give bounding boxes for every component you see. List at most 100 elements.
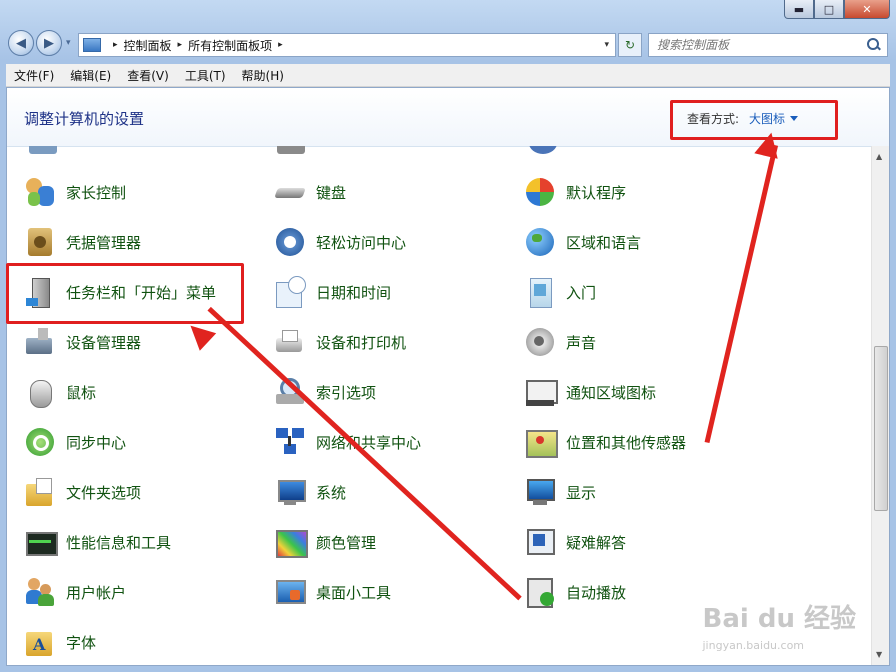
folder-options-icon — [24, 476, 56, 508]
vertical-scrollbar[interactable]: ▲ ▼ — [871, 146, 889, 665]
search-box[interactable] — [648, 33, 888, 57]
breadcrumb-control-panel[interactable]: 控制面板 — [124, 37, 172, 54]
fonts-icon: A — [24, 626, 56, 658]
menu-view[interactable]: 查看(V) — [119, 67, 177, 84]
menu-edit[interactable]: 编辑(E) — [62, 67, 119, 84]
menu-tools[interactable]: 工具(T) — [177, 67, 234, 84]
content-pane: 调整计算机的设置 查看方式: 大图标 家长控制 凭据管理器 任务栏和「开始」菜单… — [6, 87, 890, 666]
item-label[interactable]: 默认程序 — [566, 182, 626, 203]
item-label[interactable]: 网络和共享中心 — [316, 432, 421, 453]
watermark-url: jingyan.baidu.com — [702, 639, 805, 652]
device-manager-icon — [24, 326, 56, 358]
refresh-button[interactable]: ↻ — [618, 33, 642, 57]
item-label[interactable]: 鼠标 — [66, 382, 96, 403]
window-controls: ▬ □ ✕ — [784, 0, 890, 19]
breadcrumb-separator[interactable]: ▸ — [113, 40, 118, 50]
ease-of-access-icon — [274, 226, 306, 258]
item-label[interactable]: 家长控制 — [66, 182, 126, 203]
item-autoplay[interactable]: 自动播放 — [524, 574, 626, 610]
item-label[interactable]: 键盘 — [316, 182, 346, 203]
breadcrumb-all-items[interactable]: 所有控制面板项 — [188, 37, 272, 54]
item-devices-printers[interactable]: 设备和打印机 — [274, 324, 406, 360]
item-label[interactable]: 系统 — [316, 482, 346, 503]
address-bar[interactable]: ▸ 控制面板 ▸ 所有控制面板项 ▸ ▾ — [78, 33, 616, 57]
maximize-button[interactable]: □ — [814, 0, 844, 19]
item-network-sharing[interactable]: 网络和共享中心 — [274, 424, 421, 460]
minimize-button[interactable]: ▬ — [784, 0, 814, 19]
item-label[interactable]: 区域和语言 — [566, 232, 641, 253]
highlight-box-view-by — [670, 100, 838, 140]
item-label[interactable]: 自动播放 — [566, 582, 626, 603]
item-sound[interactable]: 声音 — [524, 324, 596, 360]
scroll-thumb[interactable] — [874, 346, 888, 511]
item-label[interactable]: 轻松访问中心 — [316, 232, 406, 253]
item-credential-manager[interactable]: 凭据管理器 — [24, 224, 141, 260]
close-button[interactable]: ✕ — [844, 0, 890, 19]
item-device-manager[interactable]: 设备管理器 — [24, 324, 141, 360]
partial-icon — [29, 146, 57, 154]
item-label[interactable]: 凭据管理器 — [66, 232, 141, 253]
item-region-language[interactable]: 区域和语言 — [524, 224, 641, 260]
breadcrumb-separator[interactable]: ▸ — [278, 40, 283, 50]
keyboard-icon — [274, 176, 306, 208]
item-label[interactable]: 颜色管理 — [316, 532, 376, 553]
item-label[interactable]: 索引选项 — [316, 382, 376, 403]
item-user-accounts[interactable]: 用户帐户 — [24, 574, 126, 610]
item-label[interactable]: 显示 — [566, 482, 596, 503]
item-notification-icons[interactable]: 通知区域图标 — [524, 374, 656, 410]
partial-icon — [277, 146, 305, 154]
item-getting-started[interactable]: 入门 — [524, 274, 596, 310]
item-mouse[interactable]: 鼠标 — [24, 374, 96, 410]
watermark-brand: Bai du 经验 — [702, 604, 857, 634]
search-input[interactable] — [649, 37, 867, 53]
vault-icon — [24, 226, 56, 258]
item-label[interactable]: 声音 — [566, 332, 596, 353]
item-label[interactable]: 性能信息和工具 — [66, 532, 171, 553]
color-management-icon — [274, 526, 308, 558]
item-label[interactable]: 用户帐户 — [66, 582, 126, 603]
printer-icon — [274, 326, 306, 358]
getting-started-icon — [524, 276, 556, 308]
item-label[interactable]: 桌面小工具 — [316, 582, 391, 603]
item-troubleshooting[interactable]: 疑难解答 — [524, 524, 626, 560]
item-folder-options[interactable]: 文件夹选项 — [24, 474, 141, 510]
item-ease-of-access[interactable]: 轻松访问中心 — [274, 224, 406, 260]
item-label[interactable]: 日期和时间 — [316, 282, 391, 303]
item-label[interactable]: 通知区域图标 — [566, 382, 656, 403]
recent-pages-dropdown[interactable]: ▾ — [66, 38, 71, 48]
item-label[interactable]: 文件夹选项 — [66, 482, 141, 503]
location-sensor-icon — [524, 426, 558, 458]
autoplay-icon — [524, 576, 556, 608]
forward-button[interactable]: ▶ — [36, 30, 62, 56]
back-button[interactable]: ◀ — [8, 30, 34, 56]
item-label[interactable]: 入门 — [566, 282, 596, 303]
navigation-buttons: ◀ ▶ ▾ — [8, 30, 71, 56]
item-system[interactable]: 系统 — [274, 474, 346, 510]
item-performance-info[interactable]: 性能信息和工具 — [24, 524, 171, 560]
item-label[interactable]: 同步中心 — [66, 432, 126, 453]
item-label[interactable]: 位置和其他传感器 — [566, 432, 686, 453]
item-fonts[interactable]: A 字体 — [24, 624, 96, 660]
item-label[interactable]: 疑难解答 — [566, 532, 626, 553]
item-display[interactable]: 显示 — [524, 474, 596, 510]
item-sync-center[interactable]: 同步中心 — [24, 424, 126, 460]
item-date-time[interactable]: 日期和时间 — [274, 274, 391, 310]
breadcrumb-separator[interactable]: ▸ — [178, 40, 183, 50]
troubleshooting-icon — [524, 526, 556, 558]
item-parental-controls[interactable]: 家长控制 — [24, 174, 126, 210]
scroll-down-icon[interactable]: ▼ — [876, 650, 882, 659]
address-dropdown[interactable]: ▾ — [604, 40, 609, 50]
menu-help[interactable]: 帮助(H) — [234, 67, 292, 84]
scroll-up-icon[interactable]: ▲ — [876, 152, 882, 161]
item-label[interactable]: 设备和打印机 — [316, 332, 406, 353]
item-location-sensors[interactable]: 位置和其他传感器 — [524, 424, 686, 460]
item-label[interactable]: 字体 — [66, 632, 96, 653]
menu-file[interactable]: 文件(F) — [6, 67, 62, 84]
item-desktop-gadgets[interactable]: 桌面小工具 — [274, 574, 391, 610]
item-keyboard[interactable]: 键盘 — [274, 174, 346, 210]
search-icon[interactable] — [867, 38, 881, 52]
item-label[interactable]: 设备管理器 — [66, 332, 141, 353]
item-default-programs[interactable]: 默认程序 — [524, 174, 626, 210]
item-color-management[interactable]: 颜色管理 — [274, 524, 376, 560]
menu-bar: 文件(F) 编辑(E) 查看(V) 工具(T) 帮助(H) — [6, 64, 890, 87]
